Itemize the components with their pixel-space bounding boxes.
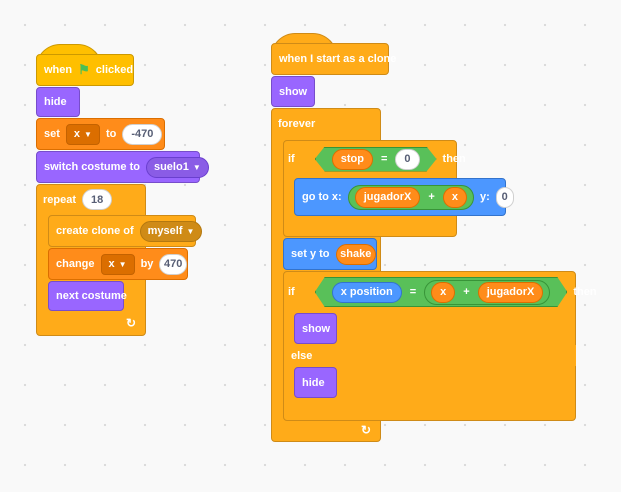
y-value-input[interactable]: 0 — [495, 186, 514, 208]
set-label: set — [44, 128, 60, 140]
x-position-reporter[interactable]: x position — [332, 282, 402, 303]
hide-block[interactable]: hide — [36, 87, 80, 117]
loop-arrow-icon: ↻ — [361, 423, 372, 437]
next-costume-label: next costume — [56, 290, 127, 302]
hide-label: hide — [302, 376, 325, 389]
equals-condition[interactable]: stop = 0 — [315, 147, 437, 172]
equals-condition[interactable]: x position = x + jugadorX — [315, 277, 568, 307]
addition-operator[interactable]: jugadorX + x — [347, 184, 474, 210]
hide-block[interactable]: hide — [294, 367, 337, 398]
if-label: if — [288, 286, 295, 298]
show-block[interactable]: show — [271, 76, 315, 107]
create-clone-label: create clone of — [56, 225, 134, 237]
jugadorx-reporter[interactable]: jugadorX — [354, 186, 421, 208]
set-y-label: set y to — [291, 248, 330, 260]
next-costume-block[interactable]: next costume — [48, 281, 127, 311]
shake-reporter[interactable]: shake — [335, 243, 376, 265]
when-start-as-clone-block[interactable]: when I start as a clone — [271, 43, 396, 75]
repeat-header: repeat 18 — [37, 185, 113, 214]
set-variable-block[interactable]: set x ▼ to -470 — [36, 118, 165, 150]
repeat-label: repeat — [43, 193, 77, 206]
dropdown-caret-icon: ▼ — [192, 162, 201, 172]
hat-text-clicked: clicked — [95, 64, 134, 76]
forever-label: forever — [278, 118, 316, 130]
equals-sign: = — [380, 153, 388, 165]
else-label: else — [291, 349, 313, 362]
set-y-block[interactable]: set y to shake — [283, 238, 377, 270]
else-bar: else — [284, 345, 576, 366]
y-label: y: — [479, 191, 490, 203]
loop-arrow-icon: ↻ — [126, 316, 137, 330]
change-variable-block[interactable]: change x ▼ by 470 — [48, 248, 188, 280]
jugadorx-reporter[interactable]: jugadorX — [478, 282, 544, 303]
then-label: then — [573, 286, 597, 298]
then-label: then — [442, 153, 466, 165]
show-label: show — [302, 322, 331, 335]
dropdown-caret-icon: ▼ — [118, 259, 127, 269]
show-label: show — [279, 85, 308, 98]
variable-dropdown[interactable]: x ▼ — [65, 123, 100, 145]
variable-dropdown[interactable]: x ▼ — [100, 253, 135, 275]
switch-costume-block[interactable]: switch costume to suelo1 ▼ — [36, 151, 209, 183]
go-to-x-label: go to x: — [302, 191, 342, 203]
addition-operator[interactable]: x + jugadorX — [424, 280, 550, 305]
go-to-xy-block[interactable]: go to x: jugadorX + x y: 0 — [294, 178, 514, 216]
dropdown-caret-icon: ▼ — [84, 129, 92, 139]
to-label: to — [105, 128, 117, 140]
stop-reporter[interactable]: stop — [332, 149, 373, 170]
x-reporter[interactable]: x — [431, 282, 455, 303]
x-reporter[interactable]: x — [442, 186, 467, 208]
plus-sign: + — [428, 191, 435, 203]
show-block[interactable]: show — [294, 313, 337, 344]
create-clone-block[interactable]: create clone of myself ▼ — [48, 215, 203, 247]
change-label: change — [56, 258, 95, 270]
forever-header: forever — [272, 110, 315, 138]
clone-target-dropdown[interactable]: myself ▼ — [139, 220, 203, 242]
hide-label: hide — [44, 96, 67, 108]
repeat-count-input[interactable]: 18 — [82, 189, 113, 210]
plus-sign: + — [463, 286, 470, 298]
when-flag-clicked-block[interactable]: when ⚑ clicked — [36, 54, 134, 86]
clone-hat-label: when I start as a clone — [279, 53, 397, 65]
change-value-input[interactable]: 470 — [159, 253, 187, 275]
hat-text-when: when — [44, 64, 73, 76]
equals-sign: = — [409, 286, 417, 298]
if-2-header: if x position = x + jugadorX then — [284, 273, 597, 311]
dropdown-caret-icon: ▼ — [186, 226, 195, 236]
compare-value-input[interactable]: 0 — [395, 149, 419, 170]
value-input[interactable]: -470 — [122, 123, 163, 145]
if-label: if — [288, 153, 295, 165]
costume-dropdown[interactable]: suelo1 ▼ — [145, 156, 209, 178]
switch-costume-label: switch costume to — [44, 161, 140, 173]
green-flag-icon: ⚑ — [78, 62, 90, 77]
if-1-header: if stop = 0 then — [284, 142, 466, 176]
by-label: by — [140, 258, 154, 270]
